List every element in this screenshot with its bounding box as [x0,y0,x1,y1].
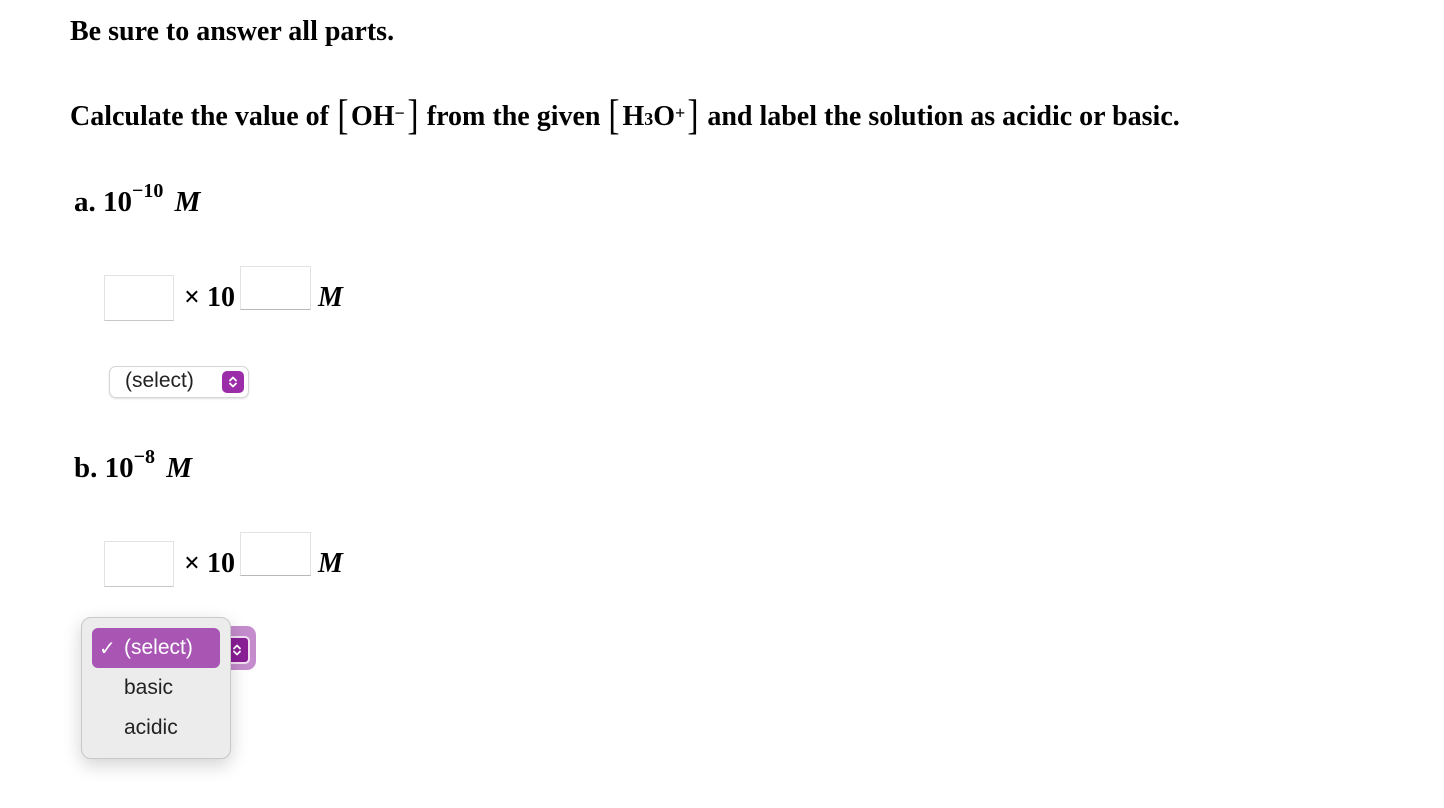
hydronium-species: H 3 O + [622,101,686,132]
option-label: (select) [124,636,193,659]
right-bracket: ] [407,93,419,139]
hydronium-o: O [653,101,676,132]
part-a-coefficient-input[interactable] [104,275,174,321]
option-label: basic [124,676,174,699]
checkmark-icon: ✓ [99,638,116,660]
part-a-exponent-input[interactable] [240,266,311,310]
dropdown-option-basic[interactable]: basic [92,668,220,708]
chevron-updown-icon [222,371,244,393]
part-unit: M [174,186,201,218]
part-a-acidity-select[interactable]: (select) [109,366,249,398]
part-a-label: a. 10−10 M [74,180,201,219]
dropdown-option-acidic[interactable]: acidic [92,708,220,748]
left-bracket: [ [337,93,349,139]
part-b-coefficient-input[interactable] [104,541,174,587]
question-prefix: Calculate the value of [70,101,329,132]
right-bracket: ] [687,93,699,139]
question-text: Calculate the value of [ OH − ] from the … [70,93,1180,139]
part-exponent: −8 [133,446,156,468]
hydroxide-species: OH − [350,101,405,132]
hydronium-h: H [622,101,645,132]
part-b-times-ten: × 10 [184,548,235,579]
left-bracket: [ [608,93,621,139]
part-b-unit: M [318,548,343,579]
instruction-text: Be sure to answer all parts. [70,16,395,47]
part-b-exponent-input[interactable] [240,532,311,576]
part-unit: M [166,452,193,484]
select-value: (select) [125,369,194,392]
part-a-unit: M [318,282,343,313]
part-b-label: b. 10−8 M [74,446,193,485]
part-exponent: −10 [132,180,164,202]
hydroxide-base: OH [350,101,395,132]
part-letter: b. [74,452,98,484]
option-label: acidic [124,716,178,739]
question-suffix: and label the solution as acidic or basi… [707,101,1180,132]
acidity-dropdown-menu: ✓ (select) basic acidic [81,617,231,759]
dropdown-option-select[interactable]: ✓ (select) [92,628,220,668]
part-base: 10 [104,452,134,484]
part-base: 10 [103,186,132,218]
question-middle: from the given [426,101,601,132]
part-a-times-ten: × 10 [184,282,235,313]
part-letter: a. [74,186,96,218]
